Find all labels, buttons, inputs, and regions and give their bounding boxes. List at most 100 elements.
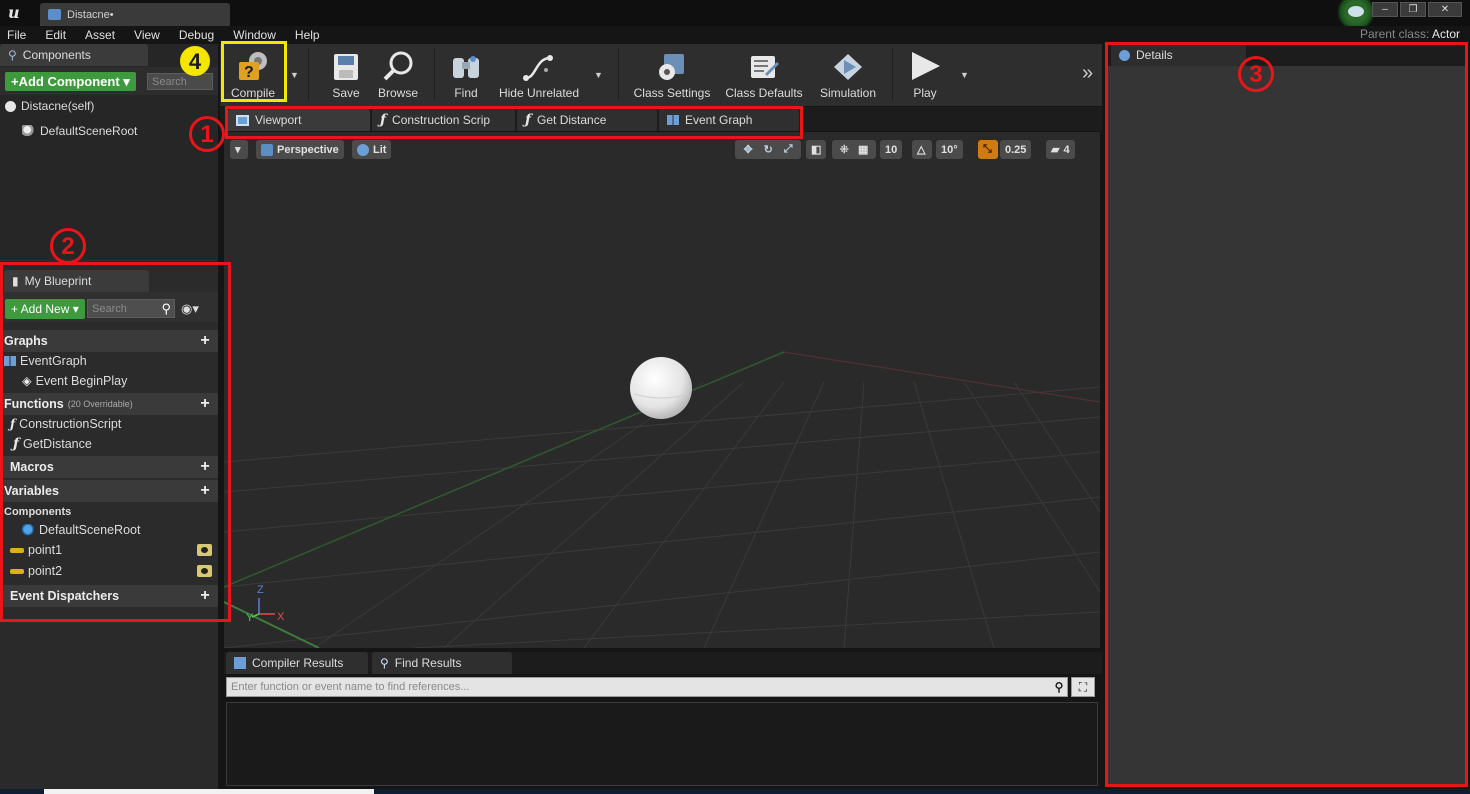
scale-icon[interactable]: ⤢ <box>784 143 793 156</box>
surface-snap-button[interactable]: ⁜ ▦ <box>832 140 876 159</box>
parent-class-label: Parent class: <box>1359 27 1430 41</box>
find-label: Find <box>454 86 478 100</box>
simulation-button[interactable]: Simulation <box>816 44 880 104</box>
find-references-input[interactable]: Enter function or event name to find ref… <box>226 677 1068 697</box>
tree-item-self[interactable]: Distacne(self) <box>5 99 94 113</box>
annotation-box-2 <box>0 262 231 622</box>
lit-button[interactable]: Lit <box>352 140 392 159</box>
annotation-number-3: 3 <box>1238 56 1274 92</box>
components-search-input[interactable]: Search <box>147 73 213 90</box>
perspective-icon <box>261 143 273 156</box>
annotation-number-2: 2 <box>50 228 86 264</box>
rotation-snap-icon: △ <box>917 144 926 156</box>
class-settings-label: Class Settings <box>633 86 711 100</box>
annotation-box-4 <box>221 41 287 102</box>
viewport[interactable]: ▾ Perspective Lit ✥ ↻ ⤢ ◧ ⁜ ▦ 10 △ 10° ⤡… <box>224 132 1100 648</box>
tree-item-root-label: DefaultSceneRoot <box>40 124 138 138</box>
title-bar: u Distacne• – ❐ ✕ <box>0 0 1470 30</box>
scene-component-icon <box>22 125 35 137</box>
add-component-button[interactable]: +Add Component ▾ <box>5 72 136 91</box>
find-results-area <box>226 702 1098 786</box>
scale-snap-button[interactable]: ⤡ <box>978 140 998 159</box>
os-taskbar <box>0 789 1470 794</box>
simulation-label: Simulation <box>819 86 877 100</box>
transform-tools[interactable]: ✥ ↻ ⤢ <box>735 140 801 159</box>
document-tab[interactable]: Distacne• <box>40 3 230 26</box>
lit-icon <box>357 143 369 156</box>
play-button[interactable]: Play <box>902 44 948 104</box>
tab-compiler-results[interactable]: Compiler Results <box>226 652 368 674</box>
toolbar-separator <box>618 48 619 100</box>
save-button[interactable]: Save <box>326 44 366 104</box>
save-icon <box>334 54 358 80</box>
close-button[interactable]: ✕ <box>1428 2 1462 17</box>
blueprint-icon <box>48 9 61 20</box>
hide-unrelated-icon <box>523 55 553 81</box>
bottom-tab-bar: Compiler Results ⚲ Find Results <box>224 652 1102 674</box>
menu-view[interactable]: View <box>134 28 160 42</box>
components-tab-label: Components <box>22 48 91 62</box>
viewport-options-button[interactable]: ▾ <box>230 140 248 159</box>
menu-asset[interactable]: Asset <box>85 28 115 42</box>
perspective-label: Perspective <box>277 143 339 156</box>
grid-snap-icon: ▦ <box>858 144 869 156</box>
grid-snap-value[interactable]: 10 <box>880 140 903 159</box>
sphere-mesh[interactable] <box>630 357 692 419</box>
components-icon: ⚲ <box>8 48 17 62</box>
hide-unrelated-label: Hide Unrelated <box>498 86 580 100</box>
compile-options-arrow[interactable]: ▼ <box>290 70 299 80</box>
camera-speed-value: 4 <box>1063 143 1070 156</box>
axis-gizmo <box>251 598 275 618</box>
scale-snap-icon: ⤡ <box>983 143 992 155</box>
find-search-icon[interactable]: ⚲ <box>1050 677 1068 697</box>
rotate-icon[interactable]: ↻ <box>764 143 773 156</box>
find-results-magnifier-icon: ⚲ <box>380 656 389 670</box>
rotation-snap-button[interactable]: △ <box>912 140 932 159</box>
components-panel: ⚲ Components +Add Component ▾ Search Dis… <box>0 44 218 259</box>
menu-window[interactable]: Window <box>233 28 276 42</box>
class-settings-button[interactable]: Class Settings <box>630 44 714 104</box>
hide-unrelated-options-arrow[interactable]: ▼ <box>594 70 603 80</box>
taskbar-search-box[interactable] <box>44 789 374 794</box>
camera-speed-button[interactable]: ▰ 4 <box>1046 140 1075 159</box>
menu-help[interactable]: Help <box>295 28 320 42</box>
browse-magnifier-icon <box>383 51 413 81</box>
components-tab[interactable]: ⚲ Components <box>0 44 148 66</box>
window-controls: – ❐ ✕ <box>1372 2 1462 17</box>
menu-file[interactable]: File <box>7 28 26 42</box>
maximize-button[interactable]: ❐ <box>1400 2 1426 17</box>
find-references-placeholder: Enter function or event name to find ref… <box>231 681 470 693</box>
toolbar-separator <box>308 48 309 100</box>
components-search-placeholder: Search <box>152 75 187 88</box>
class-defaults-button[interactable]: Class Defaults <box>722 44 806 104</box>
tree-item-default-scene-root[interactable]: DefaultSceneRoot <box>22 124 137 138</box>
tab-find-results-label: Find Results <box>394 656 462 670</box>
toolbar-separator <box>434 48 435 100</box>
blueprint-toolbar: ? Compile ▼ Save Browse Find Hide Unrela… <box>220 44 1102 106</box>
find-in-all-blueprints-binoculars-icon[interactable]: ⛶ <box>1071 677 1095 697</box>
scale-snap-value[interactable]: 0.25 <box>1000 140 1032 159</box>
parent-class-value[interactable]: Actor <box>1432 27 1460 41</box>
menu-edit[interactable]: Edit <box>45 28 66 42</box>
hide-unrelated-button[interactable]: Hide Unrelated <box>496 44 582 104</box>
document-tab-label: Distacne• <box>67 8 114 21</box>
find-button[interactable]: Find <box>446 44 486 104</box>
toolbar-overflow-chevron-icon[interactable]: » <box>1082 62 1093 85</box>
class-defaults-icon <box>751 56 779 78</box>
play-options-arrow[interactable]: ▼ <box>960 70 969 80</box>
surface-snap-icon: ⁜ <box>839 144 849 156</box>
simulation-icon <box>834 54 862 80</box>
save-label: Save <box>332 86 360 100</box>
minimize-button[interactable]: – <box>1372 2 1398 17</box>
browse-label: Browse <box>377 86 418 100</box>
perspective-button[interactable]: Perspective <box>256 140 344 159</box>
menu-debug[interactable]: Debug <box>179 28 214 42</box>
coordinate-system-button[interactable]: ◧ <box>806 140 826 159</box>
annotation-number-1: 1 <box>189 116 225 152</box>
translate-icon[interactable]: ✥ <box>743 143 752 156</box>
rotation-snap-value[interactable]: 10° <box>936 140 963 159</box>
binoculars-icon <box>453 56 479 78</box>
annotation-box-3 <box>1105 42 1468 787</box>
tab-find-results[interactable]: ⚲ Find Results <box>372 652 512 674</box>
browse-button[interactable]: Browse <box>374 44 422 104</box>
